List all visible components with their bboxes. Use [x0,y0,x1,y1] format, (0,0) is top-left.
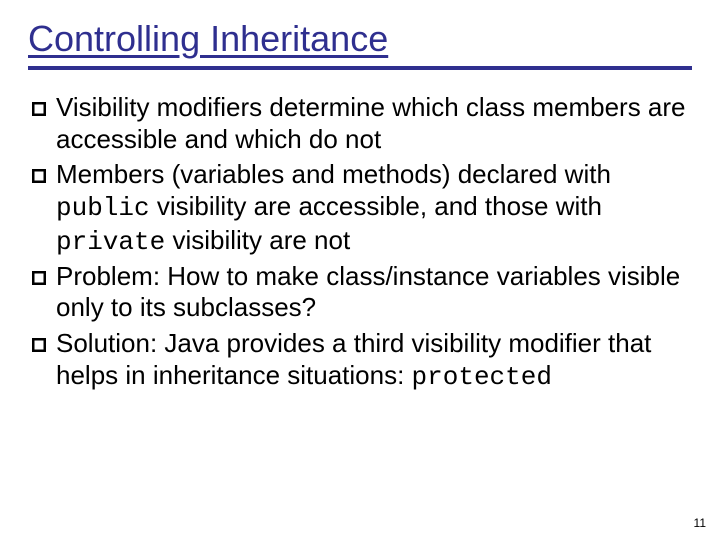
bullet-icon [32,169,46,183]
list-item-text: Problem: How to make class/instance vari… [56,261,692,326]
list-item: Members (variables and methods) declared… [32,159,692,258]
list-item: Visibility modifiers determine which cla… [32,92,692,157]
list-item: Solution: Java provides a third visibili… [32,328,692,393]
list-item: Problem: How to make class/instance vari… [32,261,692,326]
text-run: Members (variables and methods) declared… [56,159,611,189]
code-run: public [56,193,150,223]
text-run: visibility are not [165,225,350,255]
slide-title: Controlling Inheritance [28,18,692,60]
code-run: private [56,227,165,257]
text-run: Visibility modifiers determine which cla… [56,92,686,154]
title-rule [28,66,692,70]
text-run: Solution: Java provides a third visibili… [56,328,651,390]
bullet-icon [32,271,46,285]
bullet-icon [32,338,46,352]
page-number: 11 [694,516,706,530]
slide: Controlling Inheritance Visibility modif… [0,0,720,540]
text-run: Problem: How to make class/instance vari… [56,261,680,323]
text-run: visibility are accessible, and those wit… [150,191,602,221]
list-item-text: Members (variables and methods) declared… [56,159,692,258]
bullet-icon [32,102,46,116]
list-item-text: Solution: Java provides a third visibili… [56,328,692,393]
code-run: protected [412,362,552,392]
bullet-list: Visibility modifiers determine which cla… [28,92,692,393]
list-item-text: Visibility modifiers determine which cla… [56,92,692,157]
